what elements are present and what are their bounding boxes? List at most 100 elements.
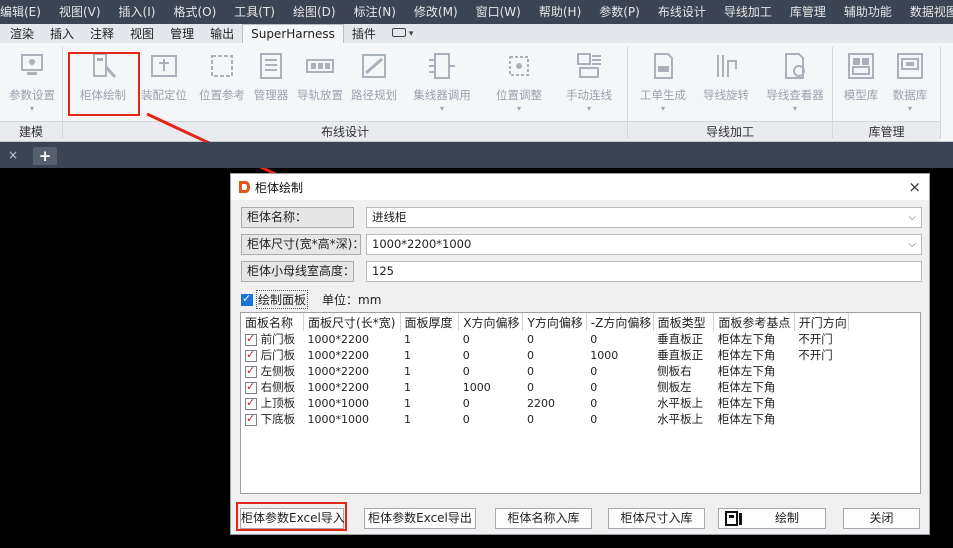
table-cell: ✓ 后门板: [241, 347, 304, 363]
table-row[interactable]: ✓ 前门板 1000*2200 1 0 0 0 垂直板正 柜体左下角 不开门: [241, 331, 849, 347]
ribbon-button-0[interactable]: 参数设置 ▾: [0, 49, 68, 117]
menu-item-12[interactable]: 导线加工: [715, 0, 781, 24]
table-row[interactable]: ✓ 右侧板 1000*2200 1 1000 0 0 侧板左 柜体左下角: [241, 379, 849, 395]
menu-item-3[interactable]: 格式(O): [164, 0, 225, 24]
ribbon-tab-1[interactable]: 插入: [42, 25, 82, 43]
table-row[interactable]: ✓ 上顶板 1000*1000 1 0 2200 0 水平板上 柜体左下角: [241, 395, 849, 411]
row-checkbox[interactable]: ✓: [245, 348, 257, 362]
table-cell: 1: [404, 332, 411, 346]
table-cell: 水平板上: [657, 396, 704, 410]
busbar-height-value: 125: [372, 264, 394, 278]
cabinet-draw-dialog: 柜体绘制 × 柜体名称： 进线柜 ⌵ 柜体尺寸(宽*高*深)： 1000*220…: [230, 173, 930, 535]
ribbon-button-9[interactable]: 手动连线 ▾: [553, 49, 625, 117]
ribbon-button-6[interactable]: 路径规划: [338, 49, 410, 117]
table-header-cell[interactable]: 面板厚度: [400, 313, 460, 331]
ribbon-tab-4[interactable]: 管理: [162, 25, 202, 43]
table-cell: 0: [462, 332, 470, 346]
ribbon-tab-overflow[interactable]: ▾: [384, 23, 422, 43]
row-checkbox[interactable]: ✓: [245, 364, 257, 378]
menu-item-1[interactable]: 视图(V): [50, 0, 110, 24]
cabinet-size-label: 柜体尺寸(宽*高*深)：: [241, 234, 364, 255]
table-cell: 0: [590, 380, 598, 394]
ribbon-button-14[interactable]: 数据库 ▾: [874, 49, 946, 117]
table-cell: 1000: [462, 380, 491, 394]
table-header-cell[interactable]: 面板尺寸(长*宽): [303, 313, 401, 331]
menu-item-9[interactable]: 帮助(H): [530, 0, 590, 24]
excel-export-button[interactable]: 柜体参数Excel导出: [364, 508, 476, 529]
table-cell: 柜体左下角: [717, 348, 776, 362]
ribbon-button-8[interactable]: 位置调整 ▾: [483, 49, 555, 117]
ribbon-button-7[interactable]: 集线器调用 ▾: [406, 49, 478, 117]
panel-table[interactable]: 面板名称 面板尺寸(长*宽) 面板厚度 X方向偏移 Y方向偏移 -Z方向偏移 面板类型 面板参…: [240, 312, 921, 494]
ribbon-button-label: 数据库: [892, 88, 928, 102]
row-checkbox[interactable]: ✓: [245, 396, 257, 410]
table-header-cell[interactable]: 面板名称: [241, 313, 305, 331]
table-cell: 1: [404, 412, 411, 426]
menu-item-8[interactable]: 窗口(W): [467, 0, 530, 24]
group-label-library-management: 库管理: [833, 121, 940, 141]
hub-icon: [429, 53, 455, 79]
name-save-button[interactable]: 柜体名称入库: [495, 508, 592, 529]
menu-bar: 编辑(E) 视图(V) 插入(I) 格式(O) 工具(T) 绘图(D) 标注(N) 修改(M)…: [0, 0, 953, 24]
row-checkbox[interactable]: ✓: [245, 332, 257, 346]
ribbon-tab-6[interactable]: SuperHarness: [242, 24, 344, 43]
chevron-down-icon: ▾: [660, 104, 665, 113]
table-cell: 柜体左下角: [717, 364, 776, 378]
panel-name: 前门板: [260, 332, 296, 346]
table-row[interactable]: ✓ 下底板 1000*1000 1 0 0 0 水平板上 柜体左下角: [241, 411, 849, 427]
menu-item-0[interactable]: 编辑(E): [0, 0, 50, 24]
menu-item-7[interactable]: 修改(M): [405, 0, 467, 24]
size-save-button[interactable]: 柜体尺寸入库: [608, 508, 705, 529]
busbar-height-input[interactable]: 125: [366, 261, 922, 282]
table-header-cell[interactable]: 面板参考基点: [713, 313, 795, 331]
row-checkbox[interactable]: ✓: [245, 380, 257, 394]
draw-panel-checkbox[interactable]: ✓: [241, 292, 253, 306]
table-header-cell[interactable]: Y方向偏移: [522, 313, 587, 331]
dialog-close-icon[interactable]: ×: [908, 178, 921, 196]
draw-panel-label: 绘制面板: [256, 290, 309, 309]
ribbon-tab-3[interactable]: 视图: [122, 25, 162, 43]
table-header-cell[interactable]: -Z方向偏移: [586, 313, 654, 331]
cabinet-name-combo[interactable]: 进线柜 ⌵: [366, 207, 922, 228]
excel-import-highlight: [236, 502, 347, 531]
panel-icon: [211, 55, 233, 77]
row-checkbox[interactable]: ✓: [245, 412, 257, 426]
menu-item-11[interactable]: 布线设计: [649, 0, 715, 24]
table-header-cell[interactable]: X方向偏移: [458, 313, 524, 331]
close-button[interactable]: 关闭: [843, 508, 920, 529]
cabinet-size-combo[interactable]: 1000*2200*1000 ⌵: [366, 234, 922, 255]
ribbon-tab-5[interactable]: 输出: [202, 25, 242, 43]
ribbon-button-label: 路径规划: [351, 88, 397, 102]
table-cell: 1000*1000: [307, 396, 370, 410]
table-cell: [794, 379, 848, 395]
menu-item-2[interactable]: 插入(I): [110, 0, 165, 24]
menu-item-13[interactable]: 库管理: [781, 0, 835, 24]
ribbon-button-12[interactable]: 导线查看器 ▾: [759, 49, 831, 117]
table-row[interactable]: ✓ 后门板 1000*2200 1 0 0 1000 垂直板正 柜体左下角 不开门: [241, 347, 849, 363]
table-header-cell[interactable]: 面板类型: [653, 313, 715, 331]
close-tab-icon[interactable]: ×: [8, 148, 18, 162]
ribbon-tab-0[interactable]: 渲染: [2, 25, 42, 43]
table-cell: 0: [590, 396, 598, 410]
ribbon-button-label: 装配定位: [141, 88, 187, 102]
viewer-icon: [785, 53, 805, 79]
unit-label: 单位：mm: [322, 293, 382, 307]
rail-icon: [306, 59, 334, 73]
table-row[interactable]: ✓ 左侧板 1000*2200 1 0 0 0 侧板右 柜体左下角: [241, 363, 849, 379]
ribbon-tab-7[interactable]: 插件: [344, 25, 384, 43]
menu-item-5[interactable]: 绘图(D): [284, 0, 345, 24]
table-cell: 1000: [590, 348, 619, 362]
ribbon-button-11[interactable]: 导线旋转: [690, 49, 762, 117]
table-cell: 0: [526, 364, 534, 378]
ribbon-tab-2[interactable]: 注释: [82, 25, 122, 43]
add-tab-button[interactable]: +: [33, 147, 57, 165]
menu-item-10[interactable]: 参数(P): [590, 0, 649, 24]
keyboard-icon: [391, 28, 406, 37]
menu-item-4[interactable]: 工具(T): [225, 0, 284, 24]
draw-button[interactable]: 绘制: [718, 508, 826, 529]
ribbon-button-10[interactable]: 工单生成 ▾: [627, 49, 699, 117]
menu-item-14[interactable]: 辅助功能: [835, 0, 901, 24]
menu-item-15[interactable]: 数据视图: [901, 0, 953, 24]
table-header-cell[interactable]: 开门方向: [794, 313, 850, 331]
menu-item-6[interactable]: 标注(N): [345, 0, 405, 24]
